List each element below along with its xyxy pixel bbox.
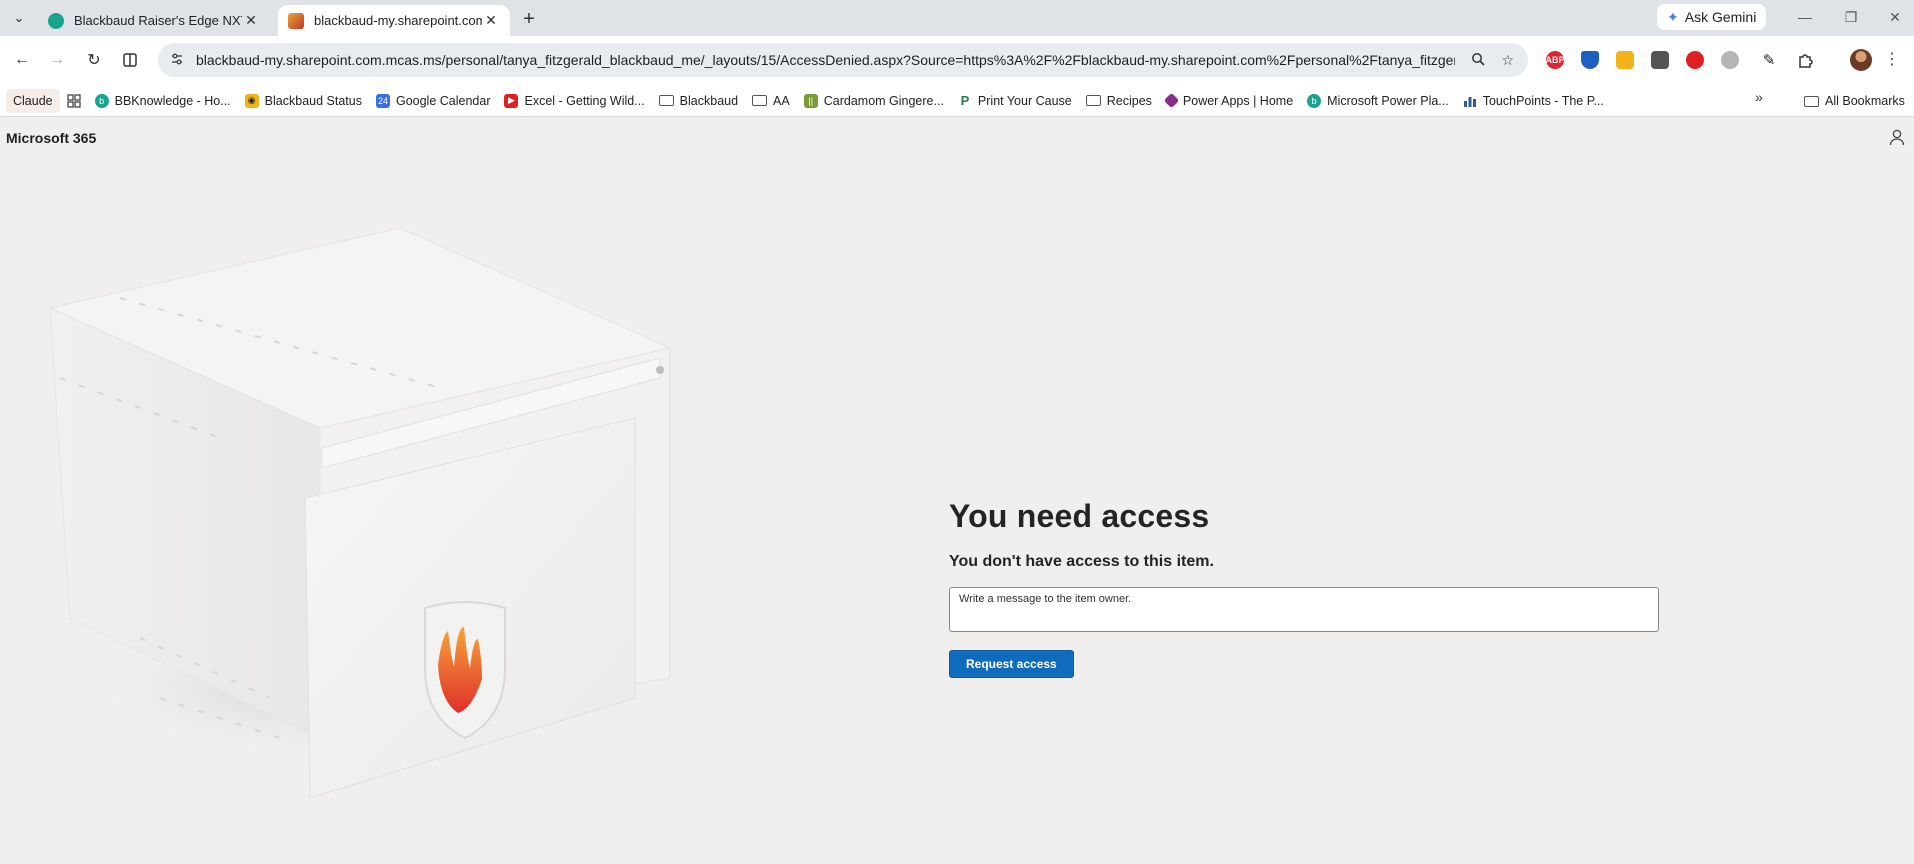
folder-icon — [752, 95, 768, 106]
sharepoint-favicon-icon — [288, 12, 304, 29]
tab-strip: ⌄ Blackbaud Raiser's Edge NXT® ✕ blackba… — [0, 0, 1914, 36]
site-info-tune-icon[interactable] — [170, 52, 184, 69]
bookmark-label: Microsoft Power Pla... — [1327, 93, 1449, 108]
ask-gemini-label: Ask Gemini — [1684, 9, 1757, 25]
hand-extension-icon[interactable] — [1686, 51, 1704, 69]
youtube-icon: ▶ — [504, 93, 519, 108]
restore-icon[interactable]: ❐ — [1836, 6, 1866, 28]
back-arrow-icon[interactable]: ← — [10, 48, 34, 72]
apps-grid-icon[interactable] — [60, 89, 88, 113]
message-to-owner-input[interactable] — [949, 587, 1659, 632]
bookmark-google-calendar[interactable]: 24 Google Calendar — [369, 89, 498, 113]
bookmark-label: Cardamom Gingere... — [823, 93, 944, 108]
calendar-icon: 24 — [375, 93, 390, 108]
bookmark-claude[interactable]: Claude — [6, 88, 60, 113]
tab-title: Blackbaud Raiser's Edge NXT® — [74, 13, 242, 28]
tab-title: blackbaud-my.sharepoint.com.mcas.ms — [314, 13, 482, 28]
microsoft-365-brand[interactable]: Microsoft 365 — [6, 130, 96, 146]
bb-icon: b — [1307, 93, 1322, 108]
split-view-icon[interactable] — [118, 48, 142, 72]
bookmark-label: BBKnowledge - Ho... — [114, 93, 231, 108]
blackbaud-favicon-icon — [48, 12, 64, 29]
eyedropper-icon[interactable]: ✎ — [1760, 51, 1778, 69]
page-title: You need access — [949, 498, 1210, 534]
bookmark-blackbaud-status[interactable]: ◉ Blackbaud Status — [238, 89, 369, 113]
bookmark-label: Excel - Getting Wild... — [524, 93, 645, 108]
bookmark-cardamom[interactable]: || Cardamom Gingere... — [797, 89, 951, 113]
bookmark-label: Google Calendar — [395, 93, 491, 108]
shield-extension-icon[interactable] — [1581, 51, 1599, 69]
tab-search-chevron-icon[interactable]: ⌄ — [8, 7, 30, 29]
more-bookmarks-chevron-icon[interactable]: » — [1755, 89, 1763, 105]
powerapps-icon — [1163, 92, 1180, 109]
bookmark-star-icon[interactable]: ☆ — [1501, 52, 1514, 69]
circle-extension-icon[interactable] — [1721, 51, 1739, 69]
bookmark-print-your-cause[interactable]: P Print Your Cause — [951, 89, 1079, 113]
all-bookmarks-label: All Bookmarks — [1825, 94, 1905, 108]
zoom-magnifier-icon[interactable] — [1471, 52, 1486, 69]
bookmark-excel-youtube[interactable]: ▶ Excel - Getting Wild... — [497, 89, 651, 113]
url-text[interactable]: blackbaud-my.sharepoint.com.mcas.ms/pers… — [196, 52, 1455, 68]
all-bookmarks-button[interactable]: All Bookmarks — [1804, 89, 1905, 113]
profile-avatar[interactable] — [1850, 49, 1872, 71]
new-tab-plus-icon[interactable]: + — [518, 8, 540, 30]
access-request-panel: You need access You don't have access to… — [949, 498, 1659, 678]
tab-close-icon[interactable]: ✕ — [242, 12, 260, 30]
grid-extension-icon[interactable] — [1651, 51, 1669, 69]
adblock-plus-icon[interactable]: ABP — [1546, 51, 1565, 69]
bookmark-label: Blackbaud Status — [264, 93, 362, 108]
bookmark-bbknowledge[interactable]: b BBKnowledge - Ho... — [88, 89, 238, 113]
browser-menu-icon[interactable]: ⋮ — [1884, 49, 1900, 69]
bookmark-label: Print Your Cause — [977, 93, 1072, 108]
recipe-icon: || — [803, 93, 818, 108]
bookmark-label: Power Apps | Home — [1182, 93, 1294, 108]
bookmarks-bar: Claude b BBKnowledge - Ho... ◉ Blackbaud… — [0, 85, 1914, 117]
locked-box-illustration — [48, 227, 672, 798]
bookmark-folder-recipes[interactable]: Recipes — [1079, 89, 1159, 113]
ask-gemini-button[interactable]: ✦ Ask Gemini — [1657, 4, 1767, 30]
bookmark-touchpoints[interactable]: TouchPoints - The P... — [1456, 89, 1611, 113]
bb-icon: b — [94, 93, 109, 108]
bookmark-power-platform[interactable]: b Microsoft Power Pla... — [1300, 89, 1456, 113]
bookmark-label: AA — [773, 93, 790, 108]
bookmark-folder-aa[interactable]: AA — [745, 89, 797, 113]
folder-icon — [1085, 95, 1101, 106]
tab-raisers-edge[interactable]: Blackbaud Raiser's Edge NXT® ✕ — [38, 5, 270, 36]
bookmark-folder-blackbaud[interactable]: Blackbaud — [652, 89, 745, 113]
page-subtitle: You don't have access to this item. — [949, 553, 1214, 570]
request-access-button[interactable]: Request access — [949, 650, 1074, 678]
user-account-icon[interactable] — [1888, 128, 1906, 146]
bookmark-label: Claude — [13, 93, 53, 108]
access-denied-page: Microsoft 365 You need access You don't … — [0, 118, 1914, 864]
extensions-puzzle-icon[interactable] — [1797, 51, 1815, 69]
reload-icon[interactable]: ↻ — [82, 48, 106, 72]
sticky-note-icon[interactable] — [1616, 51, 1634, 69]
minimize-icon[interactable]: — — [1790, 6, 1820, 28]
address-bar[interactable]: blackbaud-my.sharepoint.com.mcas.ms/pers… — [158, 43, 1528, 77]
bookmark-power-apps[interactable]: Power Apps | Home — [1159, 89, 1300, 113]
folder-icon — [1804, 95, 1819, 107]
gemini-star-icon: ✦ — [1667, 8, 1679, 25]
folder-icon — [658, 95, 674, 106]
p-icon: P — [960, 93, 970, 108]
bookmark-label: Recipes — [1106, 93, 1152, 108]
forward-arrow-icon[interactable]: → — [45, 48, 69, 72]
tab-sharepoint[interactable]: blackbaud-my.sharepoint.com.mcas.ms ✕ — [278, 5, 510, 36]
browser-toolbar: ← → ↻ blackbaud-my.sharepoint.com.mcas.m… — [0, 36, 1914, 85]
chart-icon — [1463, 94, 1477, 108]
status-icon: ◉ — [244, 93, 259, 108]
tab-close-icon[interactable]: ✕ — [482, 12, 500, 30]
bookmark-label: Blackbaud — [679, 93, 739, 108]
close-window-icon[interactable]: ✕ — [1880, 6, 1910, 28]
bookmark-label: TouchPoints - The P... — [1482, 93, 1604, 108]
